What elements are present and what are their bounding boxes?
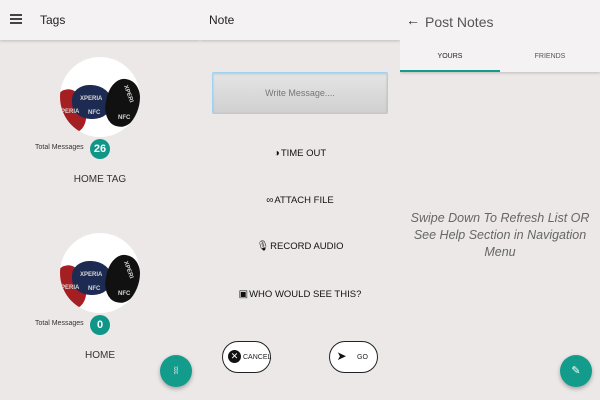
fob-text: XPERIA (80, 272, 103, 278)
time-out-label: TIME OUT (280, 148, 327, 159)
message-count-badge: 26 (90, 139, 110, 159)
tags-app-bar: Tags (0, 0, 200, 40)
attach-file-label: ATTACH FILE (274, 195, 334, 206)
tag-image: PERIA XPERIA NFC NFC XPERI (60, 233, 140, 313)
nfc-icon: ⧘⧙ (173, 365, 179, 377)
fob-text: NFC (88, 286, 101, 292)
post-notes-title: Post Notes (425, 14, 494, 30)
tab-friends[interactable]: FRIENDS (500, 53, 600, 60)
note-screen: Note Write Message.... ◑TIME OUT ∞ATTACH… (200, 0, 400, 400)
who-would-see-button[interactable]: ▣WHO WOULD SEE THIS? (200, 289, 400, 300)
note-app-bar: Note (200, 0, 400, 40)
message-input[interactable]: Write Message.... (212, 72, 388, 114)
fob-text: NFC (118, 115, 131, 121)
nfc-fab-button[interactable]: ⧘⧙ (160, 355, 192, 387)
post-notes-app-bar: ← Post Notes YOURS FRIENDS (400, 0, 600, 72)
go-label: GO (357, 354, 368, 361)
black-fob (100, 251, 140, 307)
compose-fab-button[interactable]: ✎ (560, 355, 592, 387)
total-messages-label: Total Messages (35, 320, 84, 327)
fob-text: NFC (118, 291, 131, 297)
tag-image: PERIA XPERIA NFC NFC XPERI (60, 57, 140, 137)
contact-icon: ▣ (238, 289, 249, 300)
attach-file-button[interactable]: ∞ATTACH FILE (200, 195, 400, 206)
message-count-badge: 0 (90, 315, 110, 335)
cancel-label: CANCEL (243, 354, 272, 361)
time-out-button[interactable]: ◑TIME OUT (200, 148, 400, 159)
empty-list-message: Swipe Down To Refresh List OR See Help S… (410, 211, 590, 259)
send-icon: ➤ (336, 349, 347, 363)
tab-yours[interactable]: YOURS (400, 53, 500, 60)
close-icon: ✕ (228, 350, 241, 363)
microphone-icon: 🎙︎ (256, 241, 270, 252)
go-button[interactable]: ➤ GO (329, 341, 378, 373)
fob-text: PERIA (61, 109, 80, 115)
tags-screen: Tags PERIA XPERIA NFC NFC XPERI Total Me… (0, 0, 200, 400)
tags-title: Tags (40, 13, 66, 27)
fob-text: NFC (88, 110, 101, 116)
tag-name: HOME (85, 350, 115, 361)
active-tab-indicator (400, 70, 500, 72)
black-fob (100, 75, 140, 131)
cancel-button[interactable]: ✕ CANCEL (222, 341, 271, 373)
tag-name: HOME TAG (73, 174, 127, 185)
record-audio-button[interactable]: 🎙︎RECORD AUDIO (200, 241, 400, 252)
back-arrow-icon[interactable]: ← (406, 12, 420, 28)
fob-text: PERIA (61, 285, 80, 291)
who-would-see-label: WHO WOULD SEE THIS? (249, 289, 362, 300)
attachment-icon: ∞ (266, 195, 274, 206)
fob-text: XPERIA (80, 96, 103, 102)
hamburger-menu-icon[interactable] (10, 14, 22, 24)
record-audio-label: RECORD AUDIO (270, 241, 344, 252)
compose-icon: ✎ (571, 365, 581, 377)
timer-icon: ◑ (273, 148, 280, 159)
note-title: Note (209, 13, 235, 27)
total-messages-label: Total Messages (35, 144, 84, 151)
post-notes-screen: ← Post Notes YOURS FRIENDS Swipe Down To… (400, 0, 600, 400)
